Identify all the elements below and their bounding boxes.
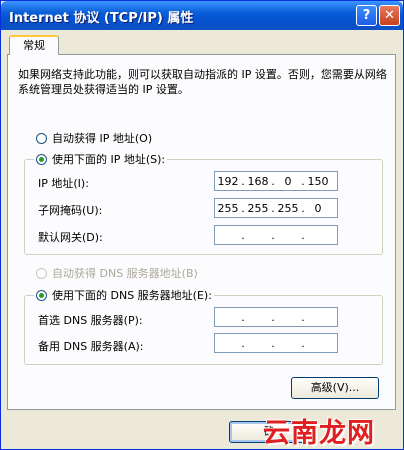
tcpip-properties-dialog: Internet 协议 (TCP/IP) 属性 ? ✕ 常规 如果网络支持此功能…	[0, 0, 404, 450]
preferred-dns-input[interactable]: . . .	[214, 307, 338, 327]
auto-dns-label: 自动获得 DNS 服务器地址(B)	[52, 267, 198, 280]
octet: 255	[217, 201, 239, 215]
radio-checked-icon	[36, 153, 47, 165]
help-icon: ?	[362, 8, 371, 23]
octet: 168	[247, 174, 269, 188]
tab-general[interactable]: 常规	[9, 35, 59, 55]
gateway-label: 默认网关(D):	[38, 231, 103, 244]
auto-ip-label: 自动获得 IP 地址(O)	[52, 132, 153, 145]
auto-dns-radio[interactable]: 自动获得 DNS 服务器地址(B)	[36, 265, 198, 281]
octet: 255	[277, 201, 299, 215]
manual-ip-label: 使用下面的 IP 地址(S):	[52, 153, 166, 166]
description-text: 如果网络支持此功能，则可以获取自动指派的 IP 设置。否则，您需要从网络系统管理…	[18, 68, 387, 96]
watermark-logo: 云南龙网	[263, 418, 375, 449]
radio-checked-icon	[36, 289, 47, 301]
ip-address-label: IP 地址(I):	[38, 177, 89, 190]
advanced-button[interactable]: 高级(V)...	[291, 377, 379, 399]
radio-icon	[36, 132, 47, 144]
subnet-mask-label: 子网掩码(U):	[38, 204, 103, 217]
title-bar[interactable]: Internet 协议 (TCP/IP) 属性 ? ✕	[1, 1, 403, 30]
manual-ip-radio[interactable]: 使用下面的 IP 地址(S):	[34, 151, 168, 167]
alternate-dns-input[interactable]: . . .	[214, 333, 338, 353]
help-button[interactable]: ?	[356, 5, 377, 26]
ip-address-input[interactable]: 192. 168. 0. 150	[214, 171, 338, 191]
window-title: Internet 协议 (TCP/IP) 属性	[9, 11, 194, 26]
auto-ip-radio[interactable]: 自动获得 IP 地址(O)	[36, 130, 152, 146]
preferred-dns-label: 首选 DNS 服务器(P):	[38, 314, 143, 327]
subnet-mask-input[interactable]: 255. 255. 255. 0	[214, 198, 338, 218]
manual-dns-label: 使用下面的 DNS 服务器地址(E):	[52, 289, 212, 302]
octet: 0	[284, 174, 292, 188]
gateway-input[interactable]: . . .	[214, 225, 338, 245]
alternate-dns-label: 备用 DNS 服务器(A):	[38, 340, 144, 353]
octet: 0	[314, 201, 322, 215]
octet: 192	[217, 174, 239, 188]
close-icon: ✕	[384, 8, 395, 23]
manual-dns-radio[interactable]: 使用下面的 DNS 服务器地址(E):	[34, 287, 214, 303]
close-button[interactable]: ✕	[379, 5, 400, 26]
radio-disabled-icon	[36, 267, 47, 279]
general-panel: 如果网络支持此功能，则可以获取自动指派的 IP 设置。否则，您需要从网络系统管理…	[7, 54, 396, 410]
octet: 255	[247, 201, 269, 215]
dns-group	[24, 295, 383, 365]
octet: 150	[307, 174, 329, 188]
